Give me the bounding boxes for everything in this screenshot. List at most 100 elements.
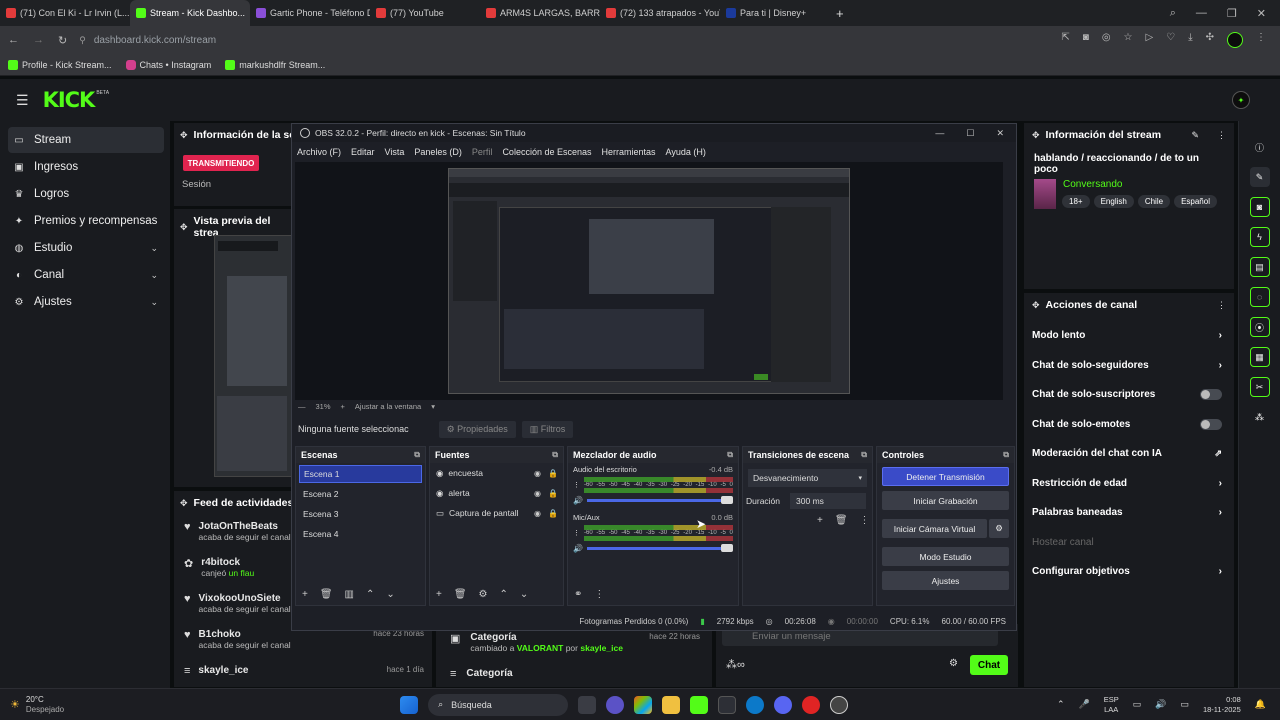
- scene-item[interactable]: Escena 1: [299, 465, 422, 483]
- sidebar-item-canal[interactable]: ◐ Canal ⌄: [8, 262, 164, 288]
- browser-tab-active[interactable]: Stream - Kick Dashbo... ✕: [130, 0, 250, 26]
- drag-handle-icon[interactable]: ✥: [180, 222, 188, 233]
- user-avatar[interactable]: ✦: [1232, 91, 1250, 109]
- browser-tab[interactable]: Para ti | Disney+: [720, 0, 830, 26]
- virtual-camera-settings-icon[interactable]: ⚙: [989, 519, 1009, 538]
- add-icon[interactable]: +: [302, 589, 308, 600]
- scene-item[interactable]: Escena 2: [299, 485, 422, 503]
- stream-preview-video[interactable]: [214, 235, 292, 477]
- add-icon[interactable]: +: [817, 515, 823, 526]
- menu-herramientas[interactable]: Herramientas: [602, 147, 656, 157]
- camera-tool-icon[interactable]: ◙: [1249, 197, 1270, 217]
- maximize-icon[interactable]: ❐: [1227, 7, 1237, 20]
- chevron-up-icon[interactable]: ⌃: [1057, 699, 1065, 710]
- lock-icon[interactable]: 🔒: [548, 489, 558, 498]
- apps-icon[interactable]: ⁂: [1250, 407, 1270, 427]
- trash-icon[interactable]: 🗑: [835, 515, 848, 526]
- link-icon[interactable]: ⚭: [574, 589, 582, 600]
- info-icon[interactable]: ⓘ: [1250, 137, 1270, 157]
- puzzle-icon[interactable]: ✣: [1206, 32, 1214, 48]
- action-banned-words[interactable]: Palabras baneadas ›: [1024, 498, 1234, 528]
- reload-icon[interactable]: ↻: [58, 34, 67, 47]
- layers-icon[interactable]: ▦: [1249, 347, 1270, 367]
- undock-icon[interactable]: ⧉: [861, 450, 867, 460]
- document-icon[interactable]: ▤: [1249, 257, 1270, 277]
- menu-icon[interactable]: ⋮: [1256, 32, 1266, 48]
- minimize-icon[interactable]: —: [935, 128, 944, 139]
- download-icon[interactable]: ⤓: [1188, 32, 1192, 48]
- scene-item[interactable]: Escena 4: [299, 525, 422, 543]
- menu-vista[interactable]: Vista: [385, 147, 405, 157]
- gear-icon[interactable]: ⚙: [479, 589, 488, 600]
- source-item[interactable]: ▭ Captura de pantall ◉ 🔒: [430, 503, 563, 523]
- calculator-icon[interactable]: [718, 695, 737, 714]
- action-slow-mode[interactable]: Modo lento ›: [1024, 321, 1234, 351]
- add-icon[interactable]: +: [436, 589, 442, 600]
- menu-editar[interactable]: Editar: [351, 147, 375, 157]
- undock-icon[interactable]: ⧉: [552, 450, 558, 460]
- undock-icon[interactable]: ⧉: [727, 450, 733, 460]
- source-item[interactable]: ◉ encuesta ◉ 🔒: [430, 463, 563, 483]
- forward-icon[interactable]: →: [33, 34, 44, 46]
- battery-icon[interactable]: ▭: [1180, 699, 1189, 710]
- heart-icon[interactable]: ♡: [1166, 32, 1175, 48]
- channel-menu-icon[interactable]: ⋮: [573, 529, 580, 537]
- transition-select[interactable]: Desvanecimiento ▾: [748, 469, 867, 487]
- duration-input[interactable]: 300 ms: [790, 493, 867, 509]
- zoom-out-icon[interactable]: —: [298, 402, 306, 411]
- chevron-up-icon[interactable]: ⌃: [366, 589, 374, 600]
- browser-tab[interactable]: Gartic Phone - Teléfono D...: [250, 0, 370, 26]
- new-tab-button[interactable]: +: [830, 0, 860, 26]
- microphone-icon[interactable]: 🎤: [1078, 699, 1089, 710]
- browser-tab[interactable]: (77) YouTube: [370, 0, 480, 26]
- external-icon[interactable]: ⇱: [1061, 32, 1069, 48]
- eye-icon[interactable]: ◉: [534, 509, 541, 518]
- wrench-icon[interactable]: ✂: [1249, 377, 1270, 397]
- volume-slider[interactable]: [586, 496, 733, 504]
- weather-widget[interactable]: 20°C Despejado: [26, 695, 64, 715]
- search-tabs-icon[interactable]: ⌕: [1170, 7, 1176, 20]
- drag-handle-icon[interactable]: ✥: [1032, 300, 1040, 311]
- menu-archivo[interactable]: Archivo (F): [297, 147, 341, 157]
- tag[interactable]: 18+: [1062, 195, 1090, 208]
- speaker-icon[interactable]: 🔊: [573, 544, 583, 553]
- subscribers-only-toggle[interactable]: [1200, 389, 1222, 401]
- language-indicator[interactable]: ESP LAA: [1104, 695, 1119, 715]
- sidebar-item-stream[interactable]: ▭ Stream: [8, 127, 164, 153]
- tag[interactable]: Chile: [1137, 195, 1171, 208]
- chat-app-icon[interactable]: [606, 695, 625, 714]
- settings-button[interactable]: Ajustes: [882, 571, 1009, 590]
- trash-icon[interactable]: 🗑: [454, 589, 467, 600]
- menu-perfil[interactable]: Perfil: [472, 147, 493, 157]
- obs-app-icon[interactable]: [830, 695, 849, 714]
- obs-preview-area[interactable]: [295, 162, 1003, 400]
- zoom-in-icon[interactable]: +: [341, 402, 345, 411]
- bookmark-item[interactable]: Chats • Instagram: [125, 59, 211, 70]
- play-icon[interactable]: ▷: [1146, 32, 1154, 48]
- filters-button[interactable]: ▥ Filtros: [521, 420, 574, 438]
- bookmark-item[interactable]: Profile - Kick Stream...: [8, 59, 112, 70]
- close-window-icon[interactable]: ✕: [1257, 7, 1266, 20]
- drag-handle-icon[interactable]: ✥: [180, 130, 188, 141]
- action-ai-moderation[interactable]: Moderación del chat con IA ⇗: [1024, 439, 1234, 469]
- kick-logo[interactable]: KICK: [43, 88, 96, 112]
- minimize-icon[interactable]: —: [1196, 7, 1207, 20]
- maximize-icon[interactable]: ☐: [966, 128, 974, 139]
- chevron-down-icon[interactable]: ⌄: [386, 589, 394, 600]
- chevron-down-icon[interactable]: ⌄: [520, 589, 528, 600]
- lock-icon[interactable]: 🔒: [548, 509, 558, 518]
- action-goals[interactable]: Configurar objetivos ›: [1024, 557, 1234, 587]
- channel-menu-icon[interactable]: ⋮: [573, 481, 580, 489]
- feed-item[interactable]: ≡ skayle_ice hace 1 día: [184, 665, 424, 685]
- back-icon[interactable]: ←: [8, 34, 19, 46]
- lock-icon[interactable]: 🔒: [548, 469, 558, 478]
- hamburger-menu-icon[interactable]: ☰: [16, 92, 29, 109]
- category-item[interactable]: ▣ Categoría cambiado a VALORANT por skay…: [450, 632, 700, 653]
- broadcast-icon[interactable]: ⦿: [1249, 317, 1270, 337]
- undock-icon[interactable]: ⧉: [1003, 450, 1009, 460]
- chat-bubble-icon[interactable]: ◌: [1249, 287, 1270, 307]
- chat-settings-icon[interactable]: ⚙: [949, 658, 958, 669]
- monitor-icon[interactable]: ▭: [1133, 699, 1142, 710]
- file-explorer-icon[interactable]: [662, 695, 681, 714]
- notification-icon[interactable]: 🔔: [1255, 699, 1266, 710]
